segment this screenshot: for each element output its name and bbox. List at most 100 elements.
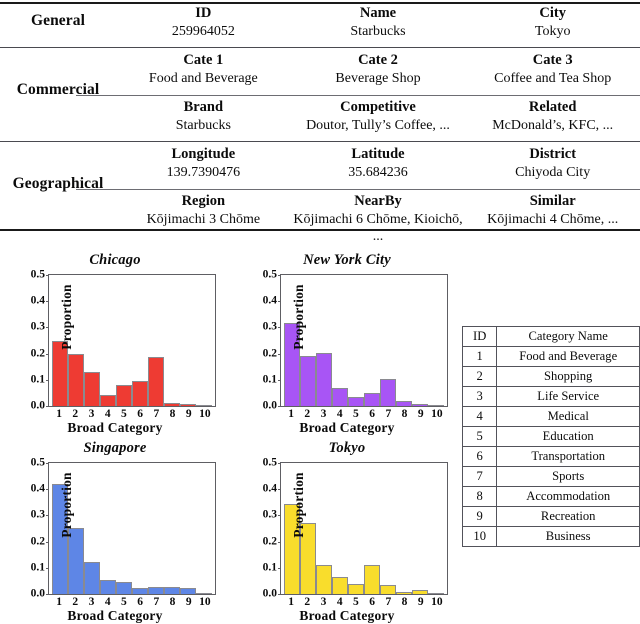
plot-area-singapore: 0.0 0.1 0.2 0.3 0.4 0.5 Proportion — [31, 457, 216, 599]
table-value-row: 259964052 Starbucks Tokyo — [116, 24, 640, 41]
column-header-latitude: Latitude — [351, 146, 405, 162]
legend-row: 7 Sports — [461, 466, 640, 487]
y-tick-label: 0.1 — [30, 561, 45, 574]
bar-slot — [164, 275, 180, 406]
x-tick-label: 10 — [431, 408, 443, 420]
column-header-cate2: Cate 2 — [358, 52, 398, 68]
y-tick-mark — [278, 301, 281, 303]
bar-5 — [116, 385, 132, 406]
legend-header-row: ID Category Name — [461, 326, 640, 347]
bar-slot — [412, 463, 428, 594]
y-tick-mark — [278, 515, 281, 517]
value-competitive: Doutor, Tully’s Coffee, ... — [306, 118, 450, 133]
x-tick-label: 8 — [169, 596, 176, 608]
bar-slot — [396, 463, 412, 594]
bar-slot — [332, 463, 348, 594]
y-axis-label-new-york-city: Proportion — [291, 284, 306, 350]
bar-slot — [348, 275, 364, 406]
y-tick-mark — [278, 379, 281, 381]
x-tick-label: 5 — [121, 408, 127, 420]
column-header-brand: Brand — [183, 99, 224, 115]
bar-slot — [180, 275, 196, 406]
bar-7 — [380, 585, 396, 594]
table-value-row: Food and Beverage Beverage Shop Coffee a… — [116, 71, 640, 88]
y-tick-label: 0.3 — [262, 508, 277, 521]
table-header-row: Cate 1 Cate 2 Cate 3 — [116, 52, 640, 69]
value-cate2: Beverage Shop — [335, 71, 421, 86]
y-tick-mark — [46, 463, 49, 464]
bar-10 — [428, 593, 444, 594]
y-tick-label: 0.0 — [262, 587, 277, 600]
x-tick-label: 10 — [199, 596, 211, 608]
legend-row: 5 Education — [461, 426, 640, 447]
table-header-row: Longitude Latitude District — [116, 146, 640, 163]
legend-row: 8 Accommodation — [461, 486, 640, 507]
subrow-separator-rule-commercial — [76, 95, 640, 96]
y-tick-mark — [46, 353, 49, 355]
bar-4 — [332, 576, 348, 594]
table-value-row: Starbucks Doutor, Tully’s Coffee, ... Mc… — [116, 118, 640, 135]
legend-cell-id: 10 — [461, 526, 498, 547]
bar-chart-tokyo: Tokyo 0.0 0.1 0.2 0.3 0.4 0.5 Proportion 1 2 3 4 5 6 7… — [232, 440, 462, 623]
x-tick-label: 6 — [137, 408, 143, 420]
x-axis-label-new-york-city: Broad Category — [299, 420, 395, 435]
x-tick-labels-singapore: 1 2 3 4 5 6 7 8 9 10 — [48, 596, 216, 608]
bar-9 — [180, 403, 196, 406]
bar-8 — [164, 587, 180, 594]
bar-slot — [348, 463, 364, 594]
legend-cell-name: Sports — [496, 466, 640, 487]
bar-slot — [180, 463, 196, 594]
bar-slot — [196, 275, 212, 406]
y-tick-label: 0.4 — [30, 482, 45, 495]
y-tick-label: 0.1 — [262, 561, 277, 574]
x-tick-labels-new-york-city: 1 2 3 4 5 6 7 8 9 10 — [280, 408, 448, 420]
bar-10 — [196, 405, 212, 406]
subrow-separator-rule-geographical — [76, 189, 640, 190]
plot-area-tokyo: 0.0 0.1 0.2 0.3 0.4 0.5 Proportion — [263, 457, 448, 599]
row-group-label-commercial: Commercial — [16, 81, 100, 98]
x-tick-label: 4 — [104, 408, 111, 420]
plot-area-new-york-city: 0.0 0.1 0.2 0.3 0.4 0.5 Proportion — [263, 269, 448, 411]
legend-cell-id: 3 — [461, 386, 498, 407]
x-tick-label: 9 — [417, 596, 424, 608]
bar-slot — [164, 463, 180, 594]
bar-slot — [380, 275, 396, 406]
bar-slot — [84, 463, 100, 594]
x-tick-label: 4 — [104, 596, 111, 608]
legend-cell-id: 8 — [461, 486, 498, 507]
bar-slot — [116, 275, 132, 406]
y-tick-mark — [46, 567, 49, 569]
bar-7 — [380, 378, 396, 406]
bar-9 — [412, 403, 428, 406]
bar-slot — [148, 275, 164, 406]
bar-slot — [412, 275, 428, 406]
bar-slot — [364, 275, 380, 406]
bar-9 — [180, 588, 196, 594]
y-tick-label: 0.1 — [30, 373, 45, 386]
x-axis-label-chicago: Broad Category — [67, 420, 163, 435]
x-tick-label: 1 — [288, 408, 294, 420]
y-tick-mark — [46, 301, 49, 303]
x-tick-label: 9 — [185, 596, 192, 608]
bar-slot — [132, 275, 148, 406]
y-tick-mark — [278, 541, 281, 543]
legend-cell-id: 6 — [461, 446, 498, 467]
group-separator-rule-1 — [0, 47, 640, 48]
legend-row: 6 Transportation — [461, 446, 640, 467]
x-tick-label: 1 — [56, 408, 62, 420]
legend-cell-name: Accommodation — [496, 486, 640, 507]
x-tick-label: 3 — [88, 596, 95, 608]
bar-8 — [396, 591, 412, 594]
bar-slot — [196, 463, 212, 594]
legend-cell-id: 4 — [461, 406, 498, 427]
x-tick-labels-chicago: 1 2 3 4 5 6 7 8 9 10 — [48, 408, 216, 420]
legend-row: 9 Recreation — [461, 506, 640, 527]
bar-chart-chicago: Chicago 0.0 0.1 0.2 0.3 0.4 0.5 Proportion 1 2 3 4 5… — [0, 252, 230, 435]
legend-row: 10 Business — [461, 526, 640, 547]
x-tick-label: 4 — [336, 408, 343, 420]
chart-title-new-york-city: New York City — [303, 252, 391, 268]
y-tick-label: 0.5 — [262, 456, 277, 469]
y-tick-mark — [278, 353, 281, 355]
legend-cell-id: 9 — [461, 506, 498, 527]
table-value-row: 139.7390476 35.684236 Chiyoda City — [116, 165, 640, 182]
